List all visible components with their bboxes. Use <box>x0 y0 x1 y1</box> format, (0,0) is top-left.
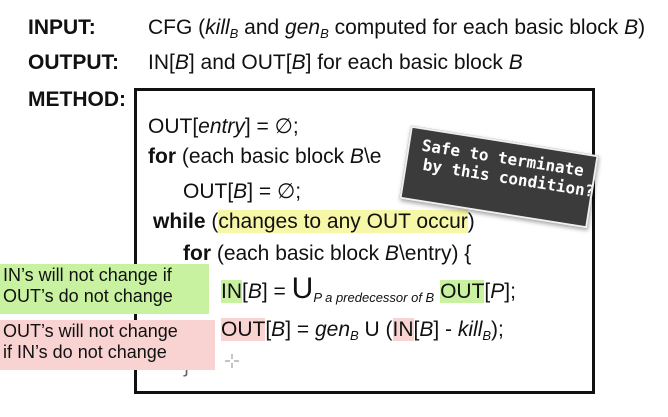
in-pink-highlight: IN <box>392 318 414 341</box>
code-line-init-out: OUT[B] = ∅; <box>183 180 302 203</box>
output-label: OUTPUT: <box>28 51 119 74</box>
crosshair-cursor-icon <box>225 354 239 368</box>
while-condition-highlight: changes to any OUT occur <box>218 210 468 233</box>
note-out-will-not-change: OUT’s will not change if IN’s do not cha… <box>0 320 215 370</box>
code-line-out-equation: OUT[B] = genB U (IN[B] - killB); <box>221 318 504 343</box>
input-description: CFG (killB and genB computed for each ba… <box>148 16 646 41</box>
out-highlight: OUT <box>440 280 485 303</box>
code-line-init-entry: OUT[entry] = ∅; <box>148 115 299 138</box>
input-label: INPUT: <box>28 16 96 39</box>
in-highlight: IN <box>221 280 242 303</box>
note-in-will-not-change: IN’s will not change if OUT’s do not cha… <box>0 264 209 314</box>
output-description: IN[B] and OUT[B] for each basic block B <box>148 51 523 74</box>
code-line-inner-for: for (each basic block B\entry) { <box>183 242 472 265</box>
out-pink-highlight: OUT <box>221 318 266 341</box>
code-line-in-equation: IN[B] = UP a predecessor of B OUT[P]; <box>221 272 516 305</box>
code-line-while: while (changes to any OUT occur) <box>153 210 475 233</box>
code-line-for-blocks: for (each basic block B\e <box>148 145 382 168</box>
union-symbol: U <box>291 272 314 305</box>
method-label: METHOD: <box>28 88 126 111</box>
